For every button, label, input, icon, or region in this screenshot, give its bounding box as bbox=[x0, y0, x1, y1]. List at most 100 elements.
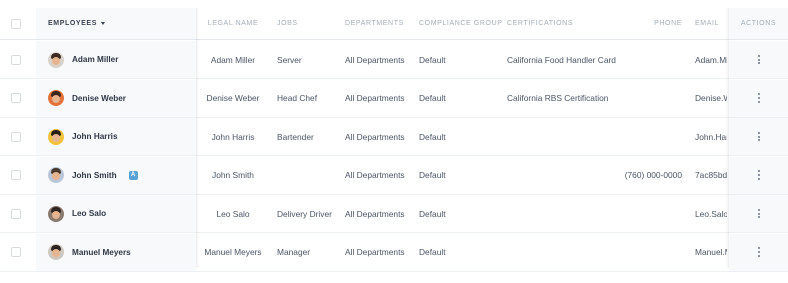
row-checkbox[interactable] bbox=[11, 93, 21, 103]
table-row[interactable]: Adam Miller Adam Miller Server All Depar… bbox=[0, 41, 788, 79]
email-cell: Manuel.M bbox=[695, 247, 727, 257]
department-cell: All Departments bbox=[345, 170, 405, 180]
row-checkbox[interactable] bbox=[11, 208, 21, 219]
compliance-group-cell: Default bbox=[419, 131, 446, 142]
employee-name[interactable]: Adam Miller bbox=[72, 55, 118, 64]
actions-cell[interactable] bbox=[729, 195, 788, 232]
avatar[interactable] bbox=[48, 128, 64, 145]
employees-header-label: EMPLOYEES bbox=[48, 20, 97, 27]
avatar[interactable] bbox=[48, 205, 64, 222]
department-cell: All Departments bbox=[345, 247, 405, 257]
more-options-icon[interactable] bbox=[757, 131, 760, 142]
employee-cell[interactable]: Denise Weber bbox=[36, 79, 196, 117]
job-cell: Head Chef bbox=[277, 93, 318, 103]
job-cell: Delivery Driver bbox=[277, 208, 332, 219]
row-select-cell[interactable] bbox=[11, 157, 29, 194]
actions-cell[interactable] bbox=[729, 118, 788, 155]
more-options-icon[interactable] bbox=[757, 247, 760, 257]
avatar[interactable] bbox=[48, 51, 64, 68]
compliance-group-cell: Default bbox=[419, 54, 446, 65]
legal-name-cell: Manuel Meyers bbox=[204, 247, 262, 257]
row-select-cell[interactable] bbox=[11, 234, 29, 271]
phone-cell bbox=[612, 195, 682, 232]
employee-name[interactable]: Leo Salo bbox=[72, 209, 106, 218]
row-select-cell[interactable] bbox=[11, 195, 29, 232]
certification-cell bbox=[507, 157, 629, 194]
column-header-email[interactable]: EMAIL bbox=[695, 8, 727, 39]
certification-cell bbox=[507, 234, 629, 271]
legal-name-cell: John Harris bbox=[211, 131, 255, 142]
certification-cell bbox=[507, 118, 629, 155]
more-options-icon[interactable] bbox=[757, 93, 760, 103]
table-header: EMPLOYEES LEGAL NAME JOBS DEPARTMENTS CO… bbox=[0, 8, 788, 40]
avatar[interactable] bbox=[48, 90, 64, 106]
legal-name-cell: John Smith bbox=[212, 170, 254, 180]
column-header-certifications[interactable]: CERTIFICATIONS bbox=[507, 8, 629, 39]
avatar[interactable] bbox=[48, 167, 64, 183]
email-cell: John.Harr bbox=[695, 131, 727, 142]
department-cell: All Departments bbox=[345, 54, 405, 65]
department-cell: All Departments bbox=[345, 93, 405, 103]
more-options-icon[interactable] bbox=[757, 208, 760, 219]
compliance-group-cell: Default bbox=[419, 208, 446, 219]
legal-name-cell: Adam Miller bbox=[210, 54, 256, 65]
employee-name[interactable]: Denise Weber bbox=[72, 94, 126, 103]
column-header-actions: ACTIONS bbox=[729, 8, 788, 39]
employee-name[interactable]: John Smith bbox=[72, 171, 117, 180]
row-checkbox[interactable] bbox=[11, 170, 21, 180]
table-row[interactable]: John Harris John Harris Bartender All De… bbox=[0, 118, 788, 156]
employee-cell[interactable]: Leo Salo bbox=[36, 195, 196, 232]
row-checkbox[interactable] bbox=[11, 131, 21, 142]
column-header-phone[interactable]: PHONE bbox=[612, 8, 682, 39]
actions-cell[interactable] bbox=[729, 233, 788, 271]
row-select-cell[interactable] bbox=[11, 118, 29, 155]
column-header-jobs[interactable]: JOBS bbox=[277, 8, 343, 39]
compliance-group-cell: Default bbox=[419, 93, 446, 103]
more-options-icon[interactable] bbox=[757, 54, 760, 65]
employee-cell[interactable]: John Smith A bbox=[36, 156, 196, 194]
employee-cell[interactable]: Manuel Meyers bbox=[36, 233, 196, 271]
column-header-employees[interactable]: EMPLOYEES bbox=[36, 8, 196, 39]
phone-cell bbox=[612, 41, 682, 78]
legal-name-cell: Leo Salo bbox=[216, 208, 250, 219]
job-cell: Bartender bbox=[277, 131, 314, 142]
phone-cell: (760) 000-0000 bbox=[624, 170, 682, 180]
row-select-cell[interactable] bbox=[11, 41, 29, 78]
avatar-face bbox=[52, 133, 60, 142]
more-options-icon[interactable] bbox=[757, 170, 760, 180]
sort-descending-icon[interactable] bbox=[100, 22, 105, 25]
employee-cell[interactable]: John Harris bbox=[36, 118, 196, 155]
table-row[interactable]: Denise Weber Denise Weber Head Chef All … bbox=[0, 79, 788, 118]
avatar[interactable] bbox=[48, 244, 64, 260]
admin-badge: A bbox=[128, 170, 138, 180]
department-cell: All Departments bbox=[345, 131, 405, 142]
column-header-departments[interactable]: DEPARTMENTS bbox=[345, 8, 417, 39]
avatar-face bbox=[52, 210, 60, 219]
job-cell bbox=[277, 157, 343, 194]
table-row[interactable]: Manuel Meyers Manuel Meyers Manager All … bbox=[0, 233, 788, 272]
select-all-checkbox[interactable] bbox=[11, 18, 21, 29]
employee-name[interactable]: Manuel Meyers bbox=[72, 248, 131, 257]
avatar-face bbox=[52, 95, 60, 103]
row-checkbox[interactable] bbox=[11, 54, 21, 65]
job-cell: Manager bbox=[277, 247, 311, 257]
table-row[interactable]: Leo Salo Leo Salo Delivery Driver All De… bbox=[0, 195, 788, 233]
row-select-cell[interactable] bbox=[11, 80, 29, 117]
employee-name[interactable]: John Harris bbox=[72, 132, 118, 141]
phone-cell bbox=[612, 234, 682, 271]
header-select-all[interactable] bbox=[11, 8, 29, 39]
email-cell: 7ac85bd1 bbox=[695, 170, 727, 180]
employee-cell[interactable]: Adam Miller bbox=[36, 41, 196, 78]
actions-cell[interactable] bbox=[729, 156, 788, 194]
certification-cell: California RBS Certification bbox=[507, 93, 609, 103]
column-header-legal-name[interactable]: LEGAL NAME bbox=[198, 8, 268, 39]
actions-cell[interactable] bbox=[729, 41, 788, 78]
avatar-face bbox=[52, 249, 60, 257]
column-header-compliance-group[interactable]: COMPLIANCE GROUP bbox=[419, 8, 505, 39]
row-checkbox[interactable] bbox=[11, 247, 21, 257]
table-row[interactable]: John Smith A John Smith All Departments … bbox=[0, 156, 788, 195]
frozen-column-shadow bbox=[196, 8, 199, 268]
department-cell: All Departments bbox=[345, 208, 405, 219]
actions-cell[interactable] bbox=[729, 79, 788, 117]
certification-cell: California Food Handler Card bbox=[507, 54, 616, 65]
